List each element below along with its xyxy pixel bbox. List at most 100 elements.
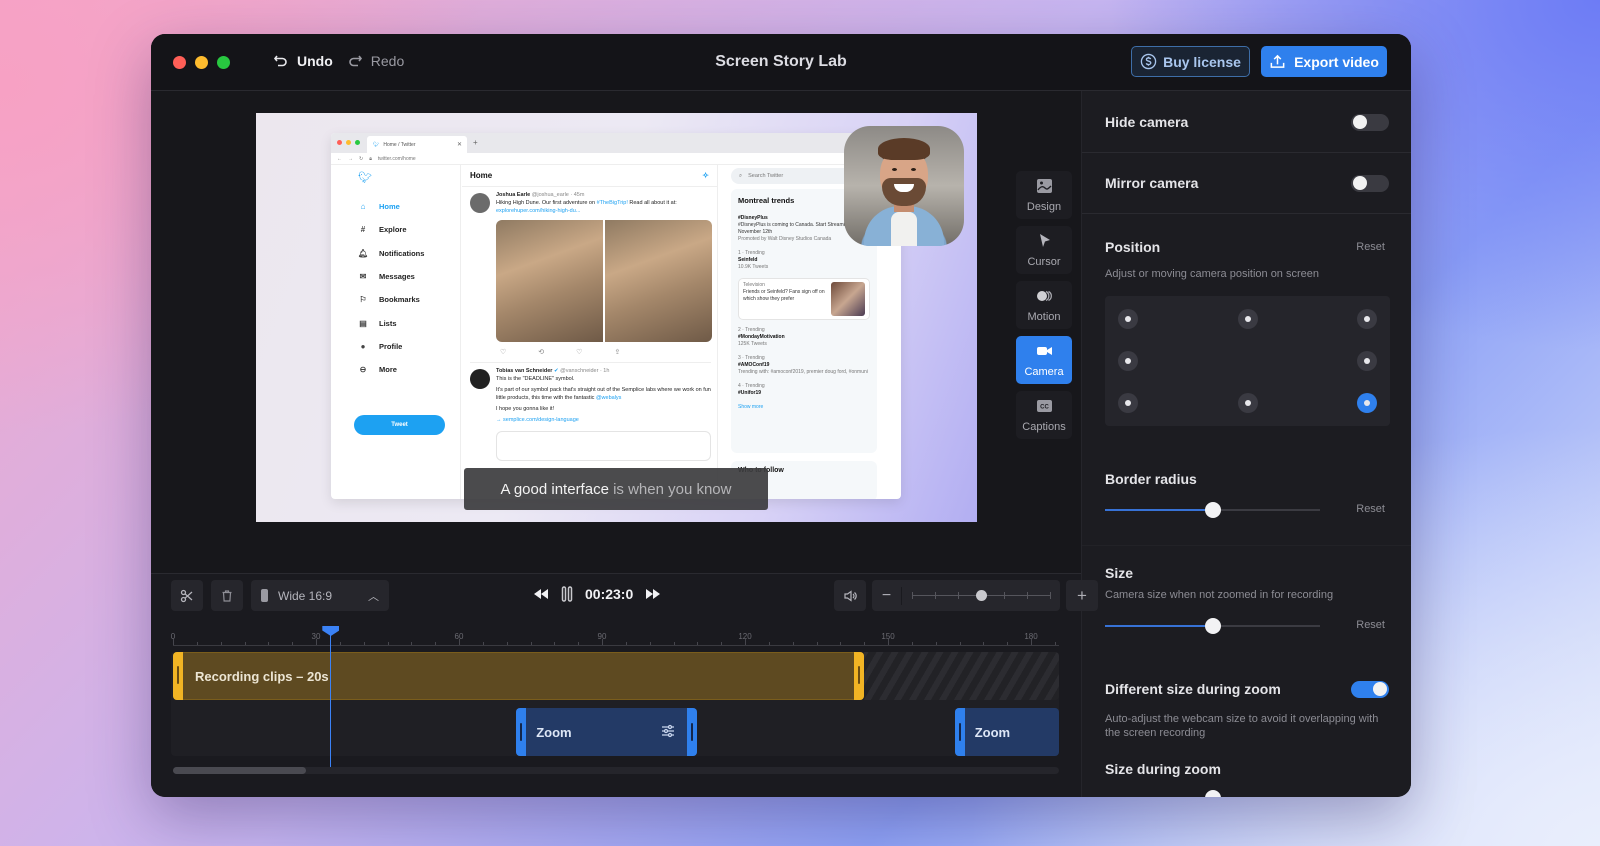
rewind-icon[interactable] (533, 587, 549, 601)
delete-button[interactable] (211, 580, 243, 611)
rail-tab-design[interactable]: Design (1016, 171, 1072, 219)
caption-upcoming-text: is when you know (608, 480, 732, 498)
zoom-slider-tick (1027, 592, 1028, 599)
webcam-overlay[interactable] (844, 126, 964, 246)
ruler-tick (482, 642, 484, 645)
timeline-zoom-slider[interactable] (912, 590, 1051, 601)
slider-thumb[interactable] (1204, 618, 1221, 634)
different-size-row: Different size during zoom (1082, 679, 1411, 699)
position-option-top-center[interactable] (1237, 309, 1258, 330)
tweet-embed (496, 430, 711, 461)
scrollbar-thumb[interactable] (173, 767, 306, 774)
motion-icon (1036, 288, 1053, 307)
size-reset-button[interactable]: Reset (1356, 619, 1385, 631)
timeline-ruler[interactable]: 0 30 60 90 120 150 180 (171, 632, 1059, 646)
ruler-tick (411, 642, 413, 645)
different-size-toggle[interactable] (1351, 680, 1389, 698)
ruler-tick (506, 642, 508, 645)
position-option-top-left[interactable] (1117, 309, 1138, 330)
buy-license-button[interactable]: Buy license (1131, 46, 1250, 77)
zoom-clip-start-handle[interactable] (954, 708, 965, 756)
pause-icon[interactable] (561, 586, 573, 602)
twitter-nav-item: ● Profile (358, 335, 424, 358)
export-video-button[interactable]: Export video (1261, 46, 1387, 77)
size-slider[interactable] (1105, 618, 1320, 634)
zoom-clip-end-handle[interactable] (687, 708, 698, 756)
timeline-scrollbar[interactable] (173, 767, 1059, 774)
slider-fill (1105, 625, 1213, 627)
tweet-handle: @vanschneider · 1h (560, 368, 610, 375)
webcam-person-beard (882, 178, 926, 206)
mirror-camera-toggle[interactable] (1351, 174, 1389, 192)
zoom-clip[interactable]: Zoom (516, 708, 698, 756)
ruler-tick (387, 642, 389, 645)
rail-tab-cursor[interactable]: Cursor (1016, 226, 1072, 274)
tweet-link: explorehuper.com/hiking-high-du... (496, 207, 581, 214)
position-option-bottom-right[interactable] (1357, 392, 1378, 413)
timeline-zoom-controls: − + (834, 580, 1098, 611)
slider-thumb[interactable] (1204, 790, 1221, 797)
cut-button[interactable] (171, 580, 203, 611)
zoom-slider-thumb[interactable] (976, 590, 987, 601)
profile-icon: ● (360, 341, 366, 351)
recorded-browser: 🐦︎ Home / Twitter ✕ + ← → ↻ 🔒︎ twitter.c… (331, 133, 901, 499)
size-label: Size (1105, 565, 1134, 581)
zoom-clip[interactable]: Zoom (954, 708, 1059, 756)
ruler-tick (792, 642, 794, 645)
zoom-out-button[interactable]: − (872, 586, 902, 605)
mirror-camera-label: Mirror camera (1105, 175, 1199, 191)
border-radius-slider[interactable] (1105, 502, 1320, 518)
position-option-middle-right[interactable] (1357, 351, 1378, 371)
position-option-middle-left[interactable] (1117, 351, 1138, 371)
rail-tab-motion[interactable]: Motion (1016, 281, 1072, 329)
avatar (470, 369, 490, 390)
ruler-tick (530, 642, 532, 645)
trend-tag: #Unifor19 (738, 389, 762, 396)
position-option-top-right[interactable] (1357, 309, 1378, 330)
browser-address-bar: ← → ↻ 🔒︎ twitter.com/home (331, 153, 901, 165)
position-reset-button[interactable]: Reset (1356, 241, 1385, 253)
zoom-clip-start-handle[interactable] (516, 708, 527, 756)
rail-tab-camera[interactable]: Camera (1016, 336, 1072, 384)
track-area: Recording clips – 20s Zoom Zoom (171, 652, 1059, 756)
toggle-knob (1353, 176, 1367, 190)
ruler-tick (292, 642, 294, 645)
border-radius-reset-button[interactable]: Reset (1356, 503, 1385, 515)
aspect-ratio-dropdown[interactable]: Wide 16:9 ︿ (251, 580, 389, 611)
close-tab-icon: ✕ (456, 142, 462, 148)
speaker-icon (844, 589, 857, 602)
playhead[interactable] (322, 626, 340, 774)
search-icon: ⌕ (739, 172, 743, 179)
hide-camera-toggle[interactable] (1351, 113, 1389, 131)
hashtag-icon: # (360, 225, 366, 235)
rail-tab-captions[interactable]: CC Captions (1016, 391, 1072, 439)
position-option-bottom-left[interactable] (1117, 392, 1138, 413)
clip-end-handle[interactable] (854, 652, 865, 700)
recording-clip[interactable]: Recording clips – 20s (173, 652, 865, 700)
browser-tab: 🐦︎ Home / Twitter ✕ (367, 136, 467, 153)
home-icon: ⌂ (360, 202, 366, 212)
ruler-tick (363, 642, 365, 645)
back-icon: ← (337, 155, 342, 162)
captions-icon: CC (1036, 398, 1053, 417)
hide-camera-row: Hide camera (1082, 107, 1411, 137)
twitter-logo-icon: 🐦︎ (358, 172, 372, 184)
slider-thumb[interactable] (1204, 502, 1221, 518)
ruler-tick (1031, 639, 1032, 645)
caption-overlay[interactable]: A good interface is when you know (464, 468, 768, 510)
webcam-person-shirt (891, 212, 917, 246)
position-option-bottom-center[interactable] (1237, 392, 1258, 413)
twitter-nav-label: Home (379, 202, 400, 212)
clip-start-handle[interactable] (173, 652, 183, 700)
sliders-settings-icon[interactable] (661, 724, 675, 743)
size-description-row: Camera size when not zoomed in for recor… (1082, 587, 1411, 603)
zoom-in-button[interactable]: + (1066, 580, 1098, 611)
size-header: Size (1082, 563, 1411, 583)
fast-forward-icon[interactable] (645, 587, 661, 601)
ruler-tick (721, 642, 723, 645)
ruler-tick (983, 642, 985, 645)
audio-button[interactable] (834, 580, 866, 611)
buy-license-label: Buy license (1163, 53, 1241, 70)
browser-window-dots (337, 140, 360, 145)
video-preview[interactable]: 🐦︎ Home / Twitter ✕ + ← → ↻ 🔒︎ twitter.c… (256, 113, 977, 522)
